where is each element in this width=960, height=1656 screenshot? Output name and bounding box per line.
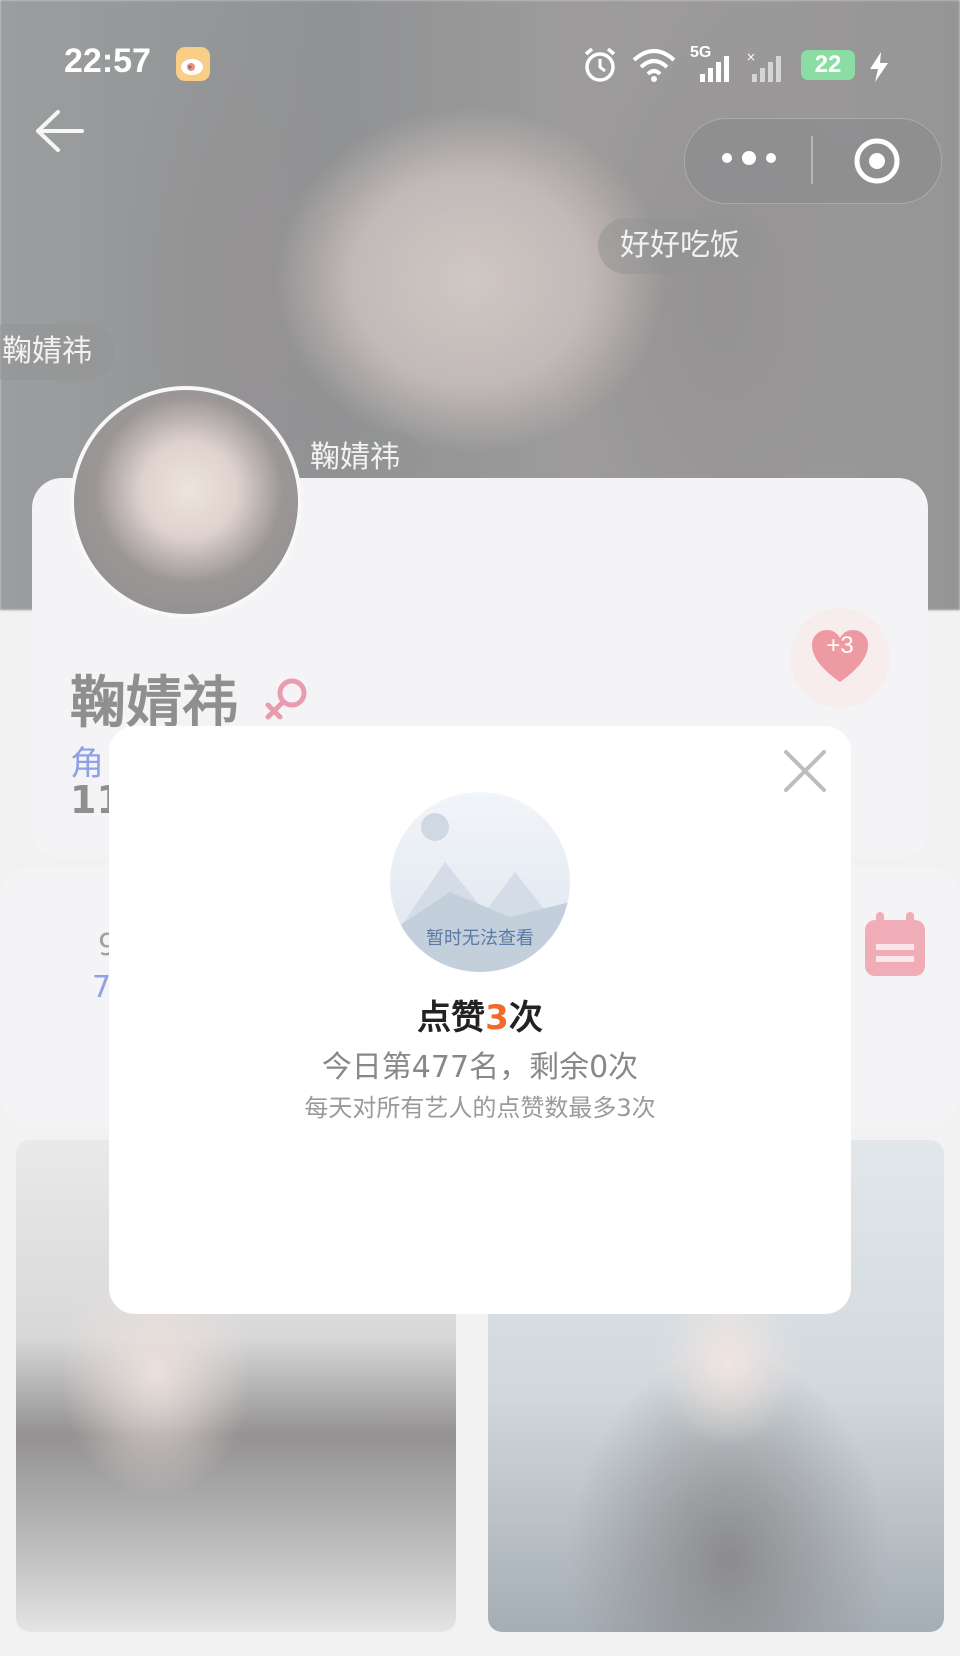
limit-note: 每天对所有艺人的点赞数最多3次 bbox=[304, 1094, 656, 1122]
dialog-title: 点赞3次 bbox=[109, 990, 851, 1039]
rank-text: 今日第477名，剩余0次 bbox=[321, 1050, 639, 1085]
title-number: 3 bbox=[485, 998, 509, 1038]
title-prefix: 点赞 bbox=[417, 998, 486, 1038]
close-icon[interactable] bbox=[782, 748, 828, 794]
placeholder-caption: 暂时无法查看 bbox=[426, 928, 534, 949]
title-suffix: 次 bbox=[508, 998, 543, 1038]
